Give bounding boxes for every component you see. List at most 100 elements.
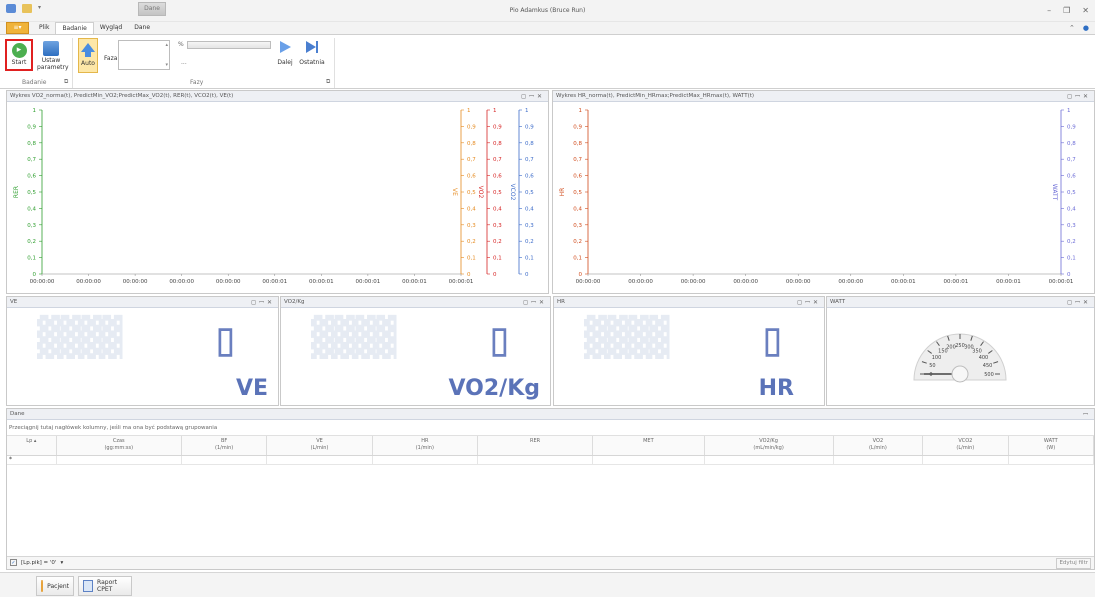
column-header[interactable]: MET	[593, 436, 705, 455]
filter-checkbox[interactable]: ✓	[10, 559, 17, 566]
column-header[interactable]: Czas (gg:mm:ss)	[57, 436, 182, 455]
close-icon[interactable]: ✕	[539, 299, 547, 306]
column-header[interactable]: WATT (W)	[1009, 436, 1095, 455]
column-header[interactable]: VE (L/min)	[267, 436, 373, 455]
faza-list[interactable]: ▴ ▾	[118, 40, 170, 70]
right-y-tick-label: 0	[467, 272, 471, 278]
grid-cell[interactable]	[373, 456, 478, 464]
faza-scroll-down-icon[interactable]: ▾	[165, 62, 168, 68]
right-y-tick-label: 0,6	[493, 174, 502, 180]
pin-icon[interactable]: ꟷ	[259, 299, 267, 306]
column-header[interactable]: VCO2 (L/min)	[923, 436, 1009, 455]
indicator-title: HR	[557, 299, 565, 305]
x-tick-label: 00:00:01	[356, 279, 381, 285]
grid-cell[interactable]	[182, 456, 268, 464]
right-axis-label: VCO2	[509, 184, 516, 201]
restore-icon[interactable]: ❐	[1063, 6, 1070, 15]
indicator-header: HR ◻ꟷ✕	[554, 297, 824, 308]
report-button[interactable]: Raport CPET	[78, 576, 132, 596]
tab-wyglad[interactable]: Wygląd	[94, 22, 128, 34]
right-y-tick-label: 0,9	[493, 124, 502, 130]
right-axis-label: VO2	[477, 186, 484, 199]
grid-cell[interactable]	[478, 456, 594, 464]
grid-cell[interactable]: *	[7, 456, 57, 464]
x-tick-label: 00:00:00	[576, 279, 601, 285]
last-button[interactable]: Ostatnia	[299, 39, 325, 69]
auto-button[interactable]: Auto	[78, 38, 98, 73]
app-menu-button[interactable]: ≡▾	[6, 22, 29, 34]
right-y-tick-label: 0	[1067, 272, 1071, 278]
help-icon[interactable]: ●	[1083, 24, 1089, 32]
window-controls: – ❐ ✕	[1047, 6, 1089, 15]
left-axis-label: RER	[13, 186, 20, 198]
right-y-tick-label: 1	[493, 108, 497, 114]
x-tick-label: 00:00:00	[30, 279, 55, 285]
tab-plik[interactable]: Plik	[33, 22, 55, 34]
next-button[interactable]: Dalej	[276, 39, 294, 69]
column-header[interactable]: BF (1/min)	[182, 436, 268, 455]
group-badanie-label: Badanie	[22, 79, 47, 86]
float-icon[interactable]: ◻	[1067, 93, 1075, 100]
help-area: ⌃ ●	[1069, 24, 1089, 32]
grid-new-row[interactable]: *	[7, 456, 1094, 465]
grid-pin-icon[interactable]: ꟷ	[1083, 409, 1091, 419]
close-icon[interactable]: ✕	[1083, 299, 1091, 306]
grid-cell[interactable]	[267, 456, 373, 464]
grid-cell[interactable]	[57, 456, 182, 464]
close-icon[interactable]: ✕	[813, 299, 821, 306]
set-parameters-button[interactable]: Ustaw parametry	[37, 39, 69, 73]
collapse-ribbon-icon[interactable]: ⌃	[1069, 24, 1075, 32]
grid-cell[interactable]	[593, 456, 705, 464]
float-icon[interactable]: ◻	[797, 299, 805, 306]
right-y-tick-label: 0,5	[467, 190, 476, 196]
close-icon[interactable]: ✕	[267, 299, 275, 306]
column-header-unit: (W)	[1046, 445, 1056, 451]
float-icon[interactable]: ◻	[251, 299, 259, 306]
grid-cell[interactable]	[705, 456, 834, 464]
auto-arrow-stem	[85, 52, 91, 57]
group-badanie-launcher-icon[interactable]: ⧉	[64, 78, 68, 86]
right-y-tick-label: 0,3	[525, 223, 534, 229]
tab-dane[interactable]: Dane	[128, 22, 156, 34]
column-header[interactable]: HR (1/min)	[373, 436, 478, 455]
tab-badanie[interactable]: Badanie	[55, 22, 94, 34]
float-icon[interactable]: ◻	[1067, 299, 1075, 306]
left-axis-label: HR	[559, 188, 566, 197]
column-header-title: MET	[643, 438, 654, 444]
column-header[interactable]: VO2/Kg (mL/min/kg)	[705, 436, 834, 455]
right-y-tick-label: 0,4	[493, 206, 502, 212]
grid-cell[interactable]	[834, 456, 924, 464]
pin-icon[interactable]: ꟷ	[529, 93, 537, 100]
pin-icon[interactable]: ꟷ	[805, 299, 813, 306]
start-button[interactable]: ▸ Start	[5, 39, 33, 71]
grid-cell[interactable]	[923, 456, 1009, 464]
bottom-bar: Pacjent Raport CPET	[0, 572, 1095, 597]
pin-icon[interactable]: ꟷ	[1075, 299, 1083, 306]
close-icon[interactable]: ✕	[537, 93, 545, 100]
close-icon[interactable]: ✕	[1083, 93, 1091, 100]
y-tick-label: 0,4	[27, 206, 36, 212]
pin-icon[interactable]: ꟷ	[1075, 93, 1083, 100]
grid-cell[interactable]	[1009, 456, 1094, 464]
column-header[interactable]: VO2 (L/min)	[834, 436, 924, 455]
chart-title: Wykres HR_norma(t), PredictMin_HRmax;Pre…	[556, 93, 755, 99]
column-header[interactable]: Lp ▴	[7, 436, 57, 455]
close-icon[interactable]: ✕	[1082, 6, 1089, 15]
group-fazy-launcher-icon[interactable]: ⧉	[326, 78, 330, 86]
ribbon-tabs: ≡▾ Plik Badanie Wygląd Dane	[0, 22, 1095, 34]
faza-scroll-up-icon[interactable]: ▴	[165, 42, 168, 48]
column-header[interactable]: RER	[478, 436, 594, 455]
right-y-tick-label: 0,5	[1067, 190, 1076, 196]
edit-filter-button[interactable]: Edytuj filtr	[1056, 558, 1091, 569]
filter-dropdown-icon[interactable]: ▾	[60, 557, 63, 569]
chart-panel-header: Wykres VO2_norma(t), PredictMin_VO2;Pred…	[7, 91, 548, 102]
float-icon[interactable]: ◻	[521, 93, 529, 100]
right-y-tick-label: 0,5	[525, 190, 534, 196]
minimize-icon[interactable]: –	[1047, 6, 1051, 15]
right-y-tick-label: 0,2	[1067, 239, 1076, 245]
column-header-title: Czas	[112, 438, 125, 444]
phase-ellipsis: ...	[181, 59, 187, 66]
float-icon[interactable]: ◻	[523, 299, 531, 306]
pin-icon[interactable]: ꟷ	[531, 299, 539, 306]
patient-button[interactable]: Pacjent	[36, 576, 74, 596]
